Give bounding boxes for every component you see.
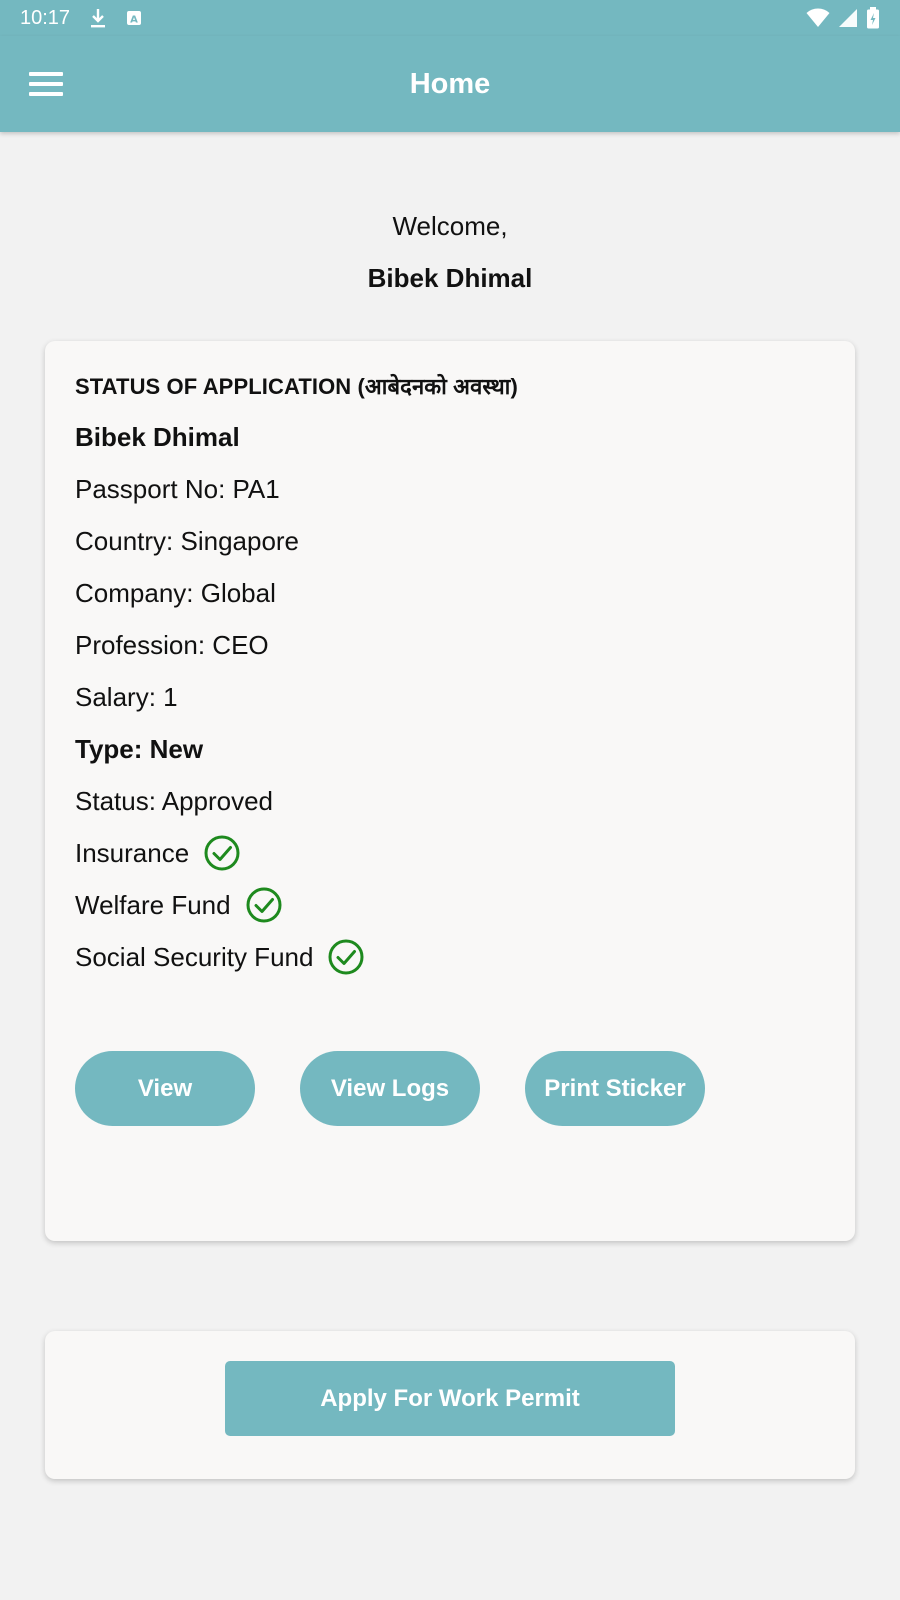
check-circle-icon (245, 886, 283, 924)
print-sticker-button[interactable]: Print Sticker (525, 1051, 705, 1126)
country: Country: Singapore (75, 526, 300, 556)
application-status-card: STATUS OF APPLICATION (आबेदनको अवस्था) B… (45, 341, 855, 1241)
social-security-fund-item: Social Security Fund (75, 931, 825, 983)
welfare-fund-label: Welfare Fund (75, 890, 231, 920)
application-status-heading: STATUS OF APPLICATION (आबेदनको अवस्था) (75, 374, 518, 399)
insurance-item: Insurance (75, 827, 825, 879)
app-bar: Home (0, 36, 900, 132)
svg-text:A: A (130, 15, 138, 26)
welcome-block: Welcome, Bibek Dhimal (0, 206, 900, 298)
wifi-icon (806, 8, 830, 28)
apply-for-work-permit-button[interactable]: Apply For Work Permit (225, 1361, 675, 1436)
check-circle-icon (203, 834, 241, 872)
salary: Salary: 1 (75, 682, 178, 712)
welfare-fund-item: Welfare Fund (75, 879, 825, 931)
insurance-label: Insurance (75, 838, 190, 868)
battery-icon (866, 7, 880, 29)
download-icon (88, 7, 108, 29)
status-bar: 10:17 A (0, 0, 900, 36)
welcome-user-name: Bibek Dhimal (367, 263, 533, 293)
view-logs-button[interactable]: View Logs (300, 1051, 480, 1126)
signal-icon (838, 8, 858, 28)
application-actions: View View Logs Print Sticker (75, 1051, 705, 1126)
welcome-greeting: Welcome, (392, 211, 508, 241)
apply-card: Apply For Work Permit (45, 1331, 855, 1479)
status-time: 10:17 (20, 6, 71, 29)
applicant-name: Bibek Dhimal (75, 422, 240, 452)
passport-number: Passport No: PA1 (75, 474, 280, 504)
profession: Profession: CEO (75, 630, 269, 660)
check-circle-icon (327, 938, 365, 976)
social-security-fund-label: Social Security Fund (75, 942, 314, 972)
application-type: Type: New (75, 734, 204, 764)
text-a-icon: A (126, 10, 142, 26)
view-button[interactable]: View (75, 1051, 255, 1126)
page-title: Home (409, 68, 491, 100)
company: Company: Global (75, 578, 276, 608)
application-status: Status: Approved (75, 786, 274, 816)
